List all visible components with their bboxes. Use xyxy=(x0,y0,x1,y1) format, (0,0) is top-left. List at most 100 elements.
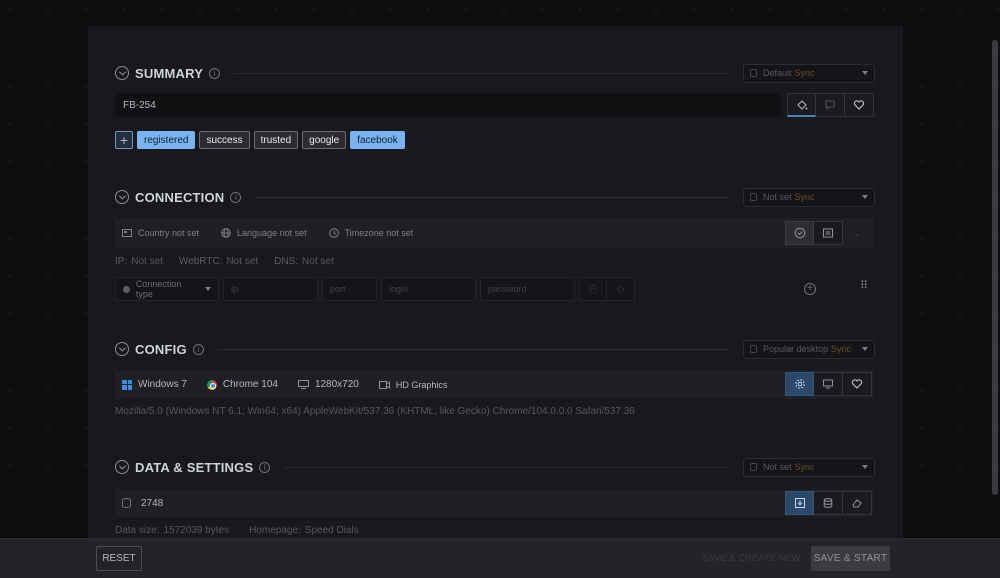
config-collapse-icon[interactable] xyxy=(115,342,129,356)
connection-title: CONNECTION xyxy=(135,189,225,205)
check-proxy-button[interactable] xyxy=(785,221,814,245)
config-settings-button[interactable] xyxy=(785,372,814,396)
os-label: Windows 7 xyxy=(138,379,187,390)
lock-icon xyxy=(750,345,757,353)
comment-icon xyxy=(825,100,835,111)
data-settings-actions xyxy=(785,491,872,515)
monitor-icon xyxy=(823,379,833,389)
summary-preset-select[interactable]: Default Sync xyxy=(743,63,875,83)
heart-icon xyxy=(853,100,865,110)
chevron-down-icon xyxy=(862,71,868,75)
tag-chip[interactable]: facebook xyxy=(350,131,405,149)
browser-item: Chrome 104 xyxy=(206,379,278,390)
os-item: Windows 7 xyxy=(122,379,187,390)
country-label: Country not set xyxy=(138,228,200,238)
data-settings-info-icon[interactable]: i xyxy=(259,461,271,473)
download-icon xyxy=(794,498,805,508)
tag-chip[interactable]: trusted xyxy=(253,131,299,149)
save-start-button[interactable]: SAVE & START xyxy=(811,546,890,571)
config-screen-button[interactable] xyxy=(814,372,843,396)
proxy-list-button[interactable] xyxy=(814,221,843,245)
summary-title: SUMMARY xyxy=(135,65,204,81)
timezone-label: Timezone not set xyxy=(344,228,414,238)
config-divider xyxy=(217,348,729,350)
color-fill-button[interactable] xyxy=(787,93,816,117)
drag-handle-icon[interactable]: ⠿ xyxy=(860,281,868,292)
tag-chip[interactable]: registered xyxy=(137,131,196,149)
tag-chip[interactable]: success xyxy=(199,131,250,149)
clear-data-button[interactable] xyxy=(843,491,872,515)
proxy-input-row: Connection type ip port login password ⎘… xyxy=(115,277,635,301)
data-count-value: 2748 xyxy=(141,497,164,509)
paint-bucket-icon xyxy=(796,99,807,110)
summary-divider xyxy=(234,72,729,74)
database-icon xyxy=(823,498,833,508)
summary-info-icon[interactable]: i xyxy=(209,67,221,79)
data-settings-preset-tag: Sync xyxy=(794,462,815,472)
profile-name-input[interactable]: FB-254 xyxy=(115,93,781,117)
reset-button[interactable]: RESET xyxy=(96,546,142,571)
video-card-icon xyxy=(378,380,390,389)
paste-proxy-button[interactable]: ⎘ xyxy=(579,277,607,301)
proxy-login-input[interactable]: login xyxy=(381,277,476,301)
country-item: Country not set xyxy=(122,228,199,238)
eraser-icon: ◇ xyxy=(616,283,625,295)
connection-preset-select[interactable]: Not set Sync xyxy=(743,187,875,207)
tag-list: + registered success trusted google face… xyxy=(115,131,405,149)
import-data-button[interactable] xyxy=(785,491,814,515)
chevron-down-icon xyxy=(862,347,868,351)
resolution-item: 1280x720 xyxy=(297,379,359,390)
notes-button[interactable] xyxy=(816,93,845,117)
add-proxy-icon[interactable]: + xyxy=(804,283,816,295)
globe-icon xyxy=(221,228,231,238)
connection-summary-bar: Country not set Language not set Timezon… xyxy=(115,218,873,248)
list-box-icon xyxy=(823,228,833,238)
config-info-icon[interactable]: i xyxy=(192,343,204,355)
scrollbar[interactable] xyxy=(992,40,998,495)
connection-info-icon[interactable]: i xyxy=(230,191,242,203)
add-tag-button[interactable]: + xyxy=(115,131,133,149)
gear-icon xyxy=(794,379,805,389)
user-agent-text: Mozilla/5.0 (Windows NT 6.1; Win64; x64)… xyxy=(115,406,635,417)
connection-collapse-icon[interactable] xyxy=(115,190,129,204)
config-summary-bar: Windows 7 Chrome 104 1280x720 HD Graphic… xyxy=(115,370,873,399)
lock-icon xyxy=(750,463,757,471)
proxy-field-actions: ⎘ ◇ xyxy=(579,277,635,301)
data-settings-divider xyxy=(284,466,729,468)
tag-chip[interactable]: google xyxy=(302,131,347,149)
heart-icon xyxy=(851,379,863,389)
graphics-item: HD Graphics xyxy=(378,380,447,390)
data-settings-section-header: DATA & SETTINGS i Not set Sync xyxy=(115,457,875,477)
config-favorite-button[interactable] xyxy=(843,372,872,396)
data-settings-preset-select[interactable]: Not set Sync xyxy=(743,457,875,477)
monitor-icon xyxy=(297,380,309,389)
favorite-button[interactable] xyxy=(845,93,874,117)
chevron-down-icon xyxy=(862,195,868,199)
proxy-password-input[interactable]: password xyxy=(480,277,575,301)
more-button[interactable]: ⌄ xyxy=(843,221,872,245)
proxy-port-input[interactable]: port xyxy=(322,277,377,301)
config-preset-label: Popular desktop xyxy=(763,344,829,354)
save-create-new-button[interactable]: SAVE & CREATE NEW xyxy=(702,553,801,563)
connection-actions: ⌄ xyxy=(785,221,872,245)
database-icon xyxy=(122,498,131,508)
lock-icon xyxy=(750,193,757,201)
summary-actions xyxy=(787,93,874,117)
connection-type-select[interactable]: Connection type xyxy=(115,277,219,301)
connection-type-label: Connection type xyxy=(135,279,182,299)
config-preset-select[interactable]: Popular desktop Sync xyxy=(743,339,875,359)
eraser-icon xyxy=(852,499,862,508)
storage-button[interactable] xyxy=(814,491,843,515)
connection-details: IP: Not set WebRTC: Not set DNS: Not set xyxy=(115,256,334,267)
clock-icon xyxy=(328,228,339,238)
clear-proxy-button[interactable]: ◇ xyxy=(607,277,635,301)
config-title: CONFIG xyxy=(135,341,187,357)
chevron-down-icon xyxy=(205,287,211,291)
data-settings-collapse-icon[interactable] xyxy=(115,460,129,474)
check-circle-icon xyxy=(794,227,805,239)
data-size-info: Data size: 1572039 bytes xyxy=(115,525,230,536)
flag-icon xyxy=(122,229,132,237)
connection-preset-tag: Sync xyxy=(794,192,815,202)
summary-collapse-icon[interactable] xyxy=(115,66,129,80)
proxy-ip-input[interactable]: ip xyxy=(223,277,318,301)
